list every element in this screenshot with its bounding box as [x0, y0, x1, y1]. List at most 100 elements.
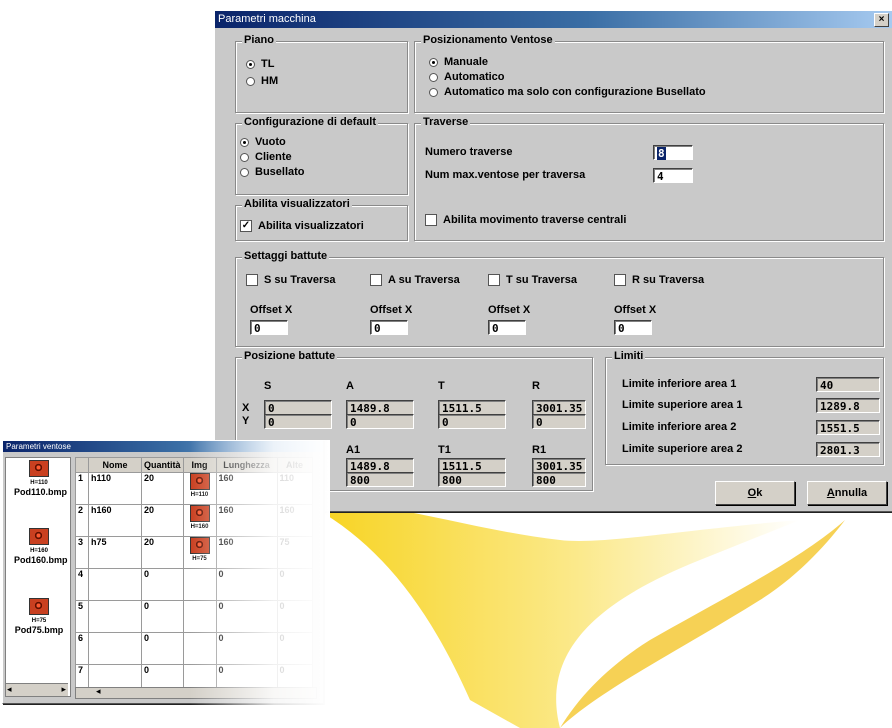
max-ventose-input[interactable]: 4	[653, 168, 693, 183]
pos-s-y[interactable]: 0	[264, 414, 332, 429]
cell-lunghezza[interactable]: 0	[215, 632, 278, 665]
cell-img[interactable]	[182, 632, 217, 665]
cell-lunghezza[interactable]: 160	[215, 504, 278, 537]
scroll-right-icon[interactable]: ▸	[61, 684, 66, 695]
radio-busellato[interactable]: Busellato	[240, 166, 305, 178]
cell-nome[interactable]	[88, 632, 142, 665]
cell-nome[interactable]	[88, 600, 142, 633]
column-header[interactable]: Quantità	[141, 457, 184, 473]
pos-r1-y[interactable]: 800	[532, 472, 586, 487]
cell-img[interactable]	[182, 600, 217, 633]
cell-quantita[interactable]: 20	[141, 536, 184, 569]
numero-traverse-input[interactable]: 8	[653, 145, 693, 160]
column-header[interactable]: Nome	[88, 457, 142, 473]
pod-item[interactable]: H=110 Pod110.bmp	[14, 460, 67, 498]
ok-button[interactable]: Ok	[715, 481, 795, 505]
table-row[interactable]: 7 0 0 0	[75, 664, 313, 689]
cell-quantita[interactable]: 20	[141, 504, 184, 537]
table-row[interactable]: 2 h160 20 H=160 160 160	[75, 504, 313, 537]
checkbox-t-traversa[interactable]: T su Traversa	[488, 274, 577, 286]
cell-quantita[interactable]: 20	[141, 472, 184, 505]
pos-a1-x[interactable]: 1489.8	[346, 458, 414, 473]
cell-img[interactable]: H=160	[182, 504, 217, 537]
scroll-left-icon[interactable]: ◂	[96, 686, 101, 697]
checkbox-abilita-visualizzatori[interactable]: ✓ Abilita visualizzatori	[240, 220, 364, 232]
pos-a-x[interactable]: 1489.8	[346, 400, 414, 415]
table-row[interactable]: 6 0 0 0	[75, 632, 313, 665]
cell-img[interactable]	[182, 664, 217, 689]
cell-nome[interactable]: h110	[88, 472, 142, 505]
cell-quantita[interactable]: 0	[141, 600, 184, 633]
pos-r-y[interactable]: 0	[532, 414, 586, 429]
cell-lunghezza[interactable]: 0	[215, 600, 278, 633]
cell-lunghezza[interactable]: 0	[215, 664, 278, 689]
cell-lunghezza[interactable]: 0	[215, 568, 278, 601]
cell-altezza[interactable]: 0	[276, 600, 313, 633]
limite-sup-1-input[interactable]: 1289.8	[816, 398, 880, 413]
cell-nome[interactable]	[88, 568, 142, 601]
pos-t1-y[interactable]: 800	[438, 472, 506, 487]
cell-lunghezza[interactable]: 160	[215, 472, 278, 505]
table-row[interactable]: 5 0 0 0	[75, 600, 313, 633]
column-header[interactable]: Lunghezza	[215, 457, 278, 473]
cell-nome[interactable]: h160	[88, 504, 142, 537]
cell-img[interactable]: H=75	[182, 536, 217, 569]
cell-img[interactable]	[182, 568, 217, 601]
radio-automatico[interactable]: Automatico	[429, 71, 505, 83]
radio-tl[interactable]: TL	[246, 58, 274, 70]
pos-s-x[interactable]: 0	[264, 400, 332, 415]
offset-t-input[interactable]: 0	[488, 320, 526, 335]
limite-inf-2-input[interactable]: 1551.5	[816, 420, 880, 435]
offset-r-input[interactable]: 0	[614, 320, 652, 335]
table-row[interactable]: 3 h75 20 H=75 160 75	[75, 536, 313, 569]
cell-altezza[interactable]: 160	[276, 504, 313, 537]
radio-automatico-busellato[interactable]: Automatico ma solo con configurazione Bu…	[429, 86, 706, 98]
checkbox-a-traversa[interactable]: A su Traversa	[370, 274, 460, 286]
limite-inf-1-input[interactable]: 40	[816, 377, 880, 392]
pos-r1-x[interactable]: 3001.35	[532, 458, 586, 473]
pos-a1-y[interactable]: 800	[346, 472, 414, 487]
offset-a-input[interactable]: 0	[370, 320, 408, 335]
radio-manuale[interactable]: Manuale	[429, 56, 488, 68]
annulla-button[interactable]: Annulla	[807, 481, 887, 505]
table-row[interactable]: 1 h110 20 H=110 160 110	[75, 472, 313, 505]
cell-quantita[interactable]: 0	[141, 664, 184, 689]
checkbox-s-traversa[interactable]: S su Traversa	[246, 274, 336, 286]
column-header[interactable]: Img	[182, 457, 217, 473]
cell-altezza[interactable]: 75	[276, 536, 313, 569]
title-bar[interactable]: Parametri macchina ×	[215, 11, 892, 28]
cell-altezza[interactable]: 0	[276, 568, 313, 601]
cell-nome[interactable]	[88, 664, 142, 689]
pos-r-x[interactable]: 3001.35	[532, 400, 586, 415]
cell-lunghezza[interactable]: 160	[215, 536, 278, 569]
abilita-legend: Abilita visualizzatori	[242, 198, 352, 210]
table-row[interactable]: 4 0 0 0	[75, 568, 313, 601]
radio-hm[interactable]: HM	[246, 75, 278, 87]
pod-list-scrollbar[interactable]: ◂ ▸	[6, 683, 68, 696]
column-header[interactable]: Alte	[276, 457, 313, 473]
cell-altezza[interactable]: 0	[276, 632, 313, 665]
cell-img[interactable]: H=110	[182, 472, 217, 505]
column-header[interactable]	[75, 457, 89, 473]
pos-t-x[interactable]: 1511.5	[438, 400, 506, 415]
pos-t-y[interactable]: 0	[438, 414, 506, 429]
pod-item[interactable]: H=75 Pod75.bmp	[14, 598, 64, 636]
pos-a-y[interactable]: 0	[346, 414, 414, 429]
offset-s-input[interactable]: 0	[250, 320, 288, 335]
checkbox-r-traversa[interactable]: R su Traversa	[614, 274, 704, 286]
cell-altezza[interactable]: 0	[276, 664, 313, 689]
radio-vuoto[interactable]: Vuoto	[240, 136, 286, 148]
scroll-left-icon[interactable]: ◂	[7, 684, 12, 695]
cell-quantita[interactable]: 0	[141, 632, 184, 665]
radio-cliente[interactable]: Cliente	[240, 151, 292, 163]
limite-sup-2-input[interactable]: 2801.3	[816, 442, 880, 457]
cell-altezza[interactable]: 110	[276, 472, 313, 505]
checkbox-movimento-traverse[interactable]: Abilita movimento traverse centrali	[425, 214, 626, 226]
close-button[interactable]: ×	[874, 13, 889, 27]
pod-item[interactable]: H=160 Pod160.bmp	[14, 528, 68, 566]
ventose-title-bar[interactable]: Parametri ventose	[3, 441, 323, 452]
cell-nome[interactable]: h75	[88, 536, 142, 569]
cell-quantita[interactable]: 0	[141, 568, 184, 601]
table-scrollbar[interactable]: ◂	[75, 686, 317, 699]
pos-t1-x[interactable]: 1511.5	[438, 458, 506, 473]
